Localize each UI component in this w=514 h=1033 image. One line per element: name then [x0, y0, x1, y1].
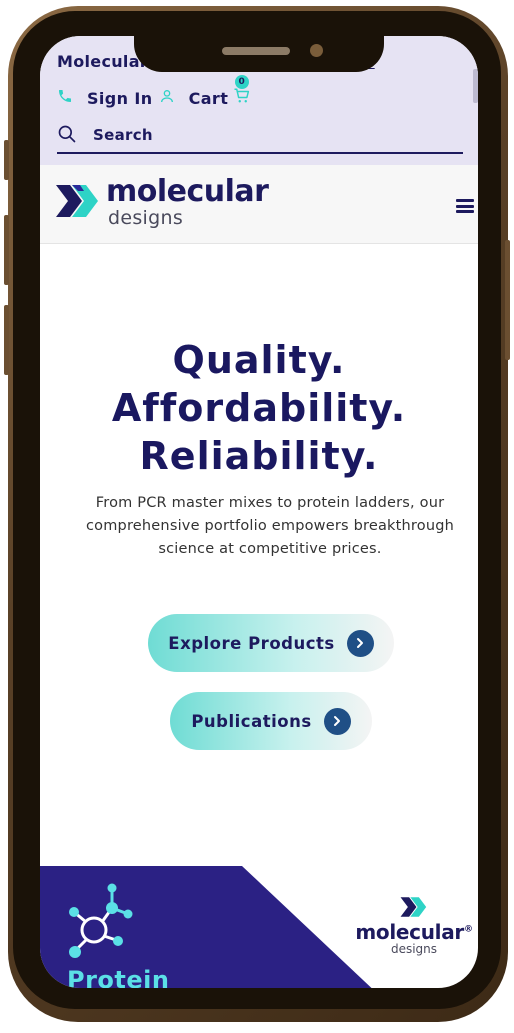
molecule-icon — [64, 882, 134, 966]
cart-count-badge: 0 — [234, 75, 249, 89]
logo-wordmark: molecular — [106, 174, 269, 209]
cart-label: Cart — [188, 88, 229, 108]
logo-subtitle: designs — [108, 207, 184, 229]
search-icon[interactable] — [57, 124, 77, 148]
phone-side-button — [4, 305, 9, 375]
banner-logo-subtitle: designs — [390, 942, 438, 956]
device-screen: Molecular cts Sign In Cart 0 Search — [40, 36, 478, 988]
user-icon[interactable] — [159, 88, 175, 108]
registered-mark: ® — [463, 924, 473, 935]
banner-logo: molecular® designs — [354, 896, 474, 956]
menu-icon[interactable] — [456, 199, 474, 213]
search-bar[interactable]: Search — [57, 124, 463, 154]
hero-line-3: Reliability. — [139, 434, 379, 478]
search-input[interactable]: Search — [93, 126, 153, 144]
hero-description: From PCR master mixes to protein ladders… — [85, 495, 455, 557]
phone-icon[interactable] — [57, 88, 73, 108]
hero-line-2: Affordability. — [111, 386, 407, 430]
phone-power-button — [505, 240, 510, 360]
publications-button[interactable]: Publications — [170, 692, 372, 750]
banner-label: Protein — [67, 966, 170, 988]
top-nav-link-molecular[interactable]: Molecular — [57, 52, 148, 71]
protein-banner[interactable]: Protein molecular® designs — [40, 866, 478, 988]
front-camera — [310, 44, 323, 57]
hero-line-1: Quality. — [172, 338, 346, 382]
chevron-right-icon — [323, 707, 351, 735]
phone-side-button — [4, 140, 9, 180]
cart-link[interactable]: Cart 0 — [188, 75, 252, 109]
chevron-right-icon — [346, 629, 374, 657]
logo-chevron-icon — [56, 183, 100, 223]
hero-headline: Quality. Affordability. Reliability. — [40, 336, 478, 480]
site-logo[interactable]: molecular designs — [56, 174, 269, 229]
speaker-grille — [222, 47, 290, 55]
phone-side-button — [4, 215, 9, 285]
site-header: molecular designs — [40, 165, 478, 244]
phone-notch — [134, 36, 384, 72]
account-row: Sign In Cart 0 — [57, 75, 252, 110]
explore-products-label: Explore Products — [168, 633, 335, 653]
scrollbar[interactable] — [473, 69, 478, 103]
explore-products-button[interactable]: Explore Products — [148, 614, 394, 672]
cart-icon — [233, 87, 251, 109]
publications-label: Publications — [191, 711, 312, 731]
sign-in-link[interactable]: Sign In — [87, 89, 153, 108]
banner-logo-wordmark: molecular® — [355, 920, 473, 944]
